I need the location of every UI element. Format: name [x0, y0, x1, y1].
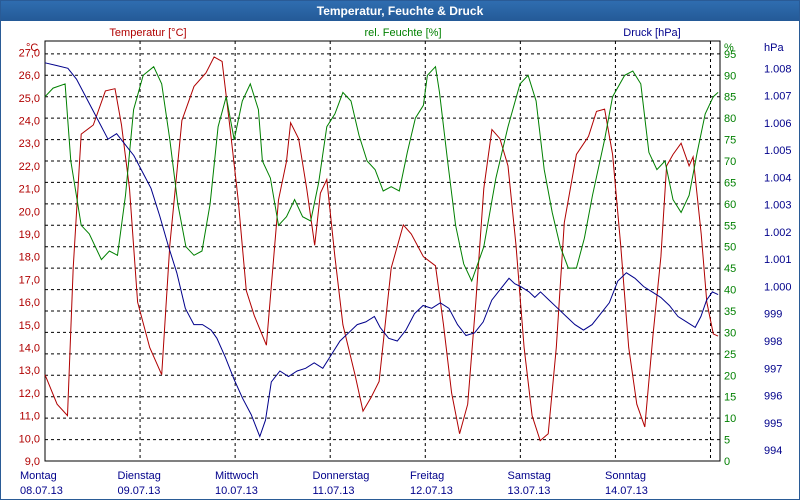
humidity-tick-label: 95	[724, 49, 736, 61]
pressure-axis-title: Druck [hPa]	[623, 27, 680, 39]
pressure-tick-label: 1.002	[764, 227, 792, 239]
humidity-tick-label: 20	[724, 370, 736, 382]
x-date-label: 09.07.13	[118, 485, 161, 497]
humidity-axis-title: rel. Feuchte [%]	[364, 27, 441, 39]
temperature-tick-label: 22,0	[19, 161, 40, 173]
humidity-tick-label: 50	[724, 242, 736, 254]
x-tick-labels: Montag 08.07.13 Dienstag 09.07.13 Mittwoch 10…	[20, 470, 648, 497]
temperature-tick-label: 15,0	[19, 320, 40, 332]
pressure-tick-label: 999	[764, 309, 782, 321]
temperature-tick-label: 19,0	[19, 229, 40, 241]
temperature-tick-label: 21,0	[19, 184, 40, 196]
x-date-label: 12.07.13	[410, 485, 453, 497]
humidity-tick-label: 65	[724, 177, 736, 189]
humidity-tick-label: 40	[724, 285, 736, 297]
pressure-tick-label: 1.006	[764, 118, 792, 130]
temperature-tick-label: 11,0	[19, 411, 40, 423]
pressure-tick-label: 1.001	[764, 254, 792, 266]
humidity-tick-label: 25	[724, 349, 736, 361]
humidity-tick-label: 85	[724, 92, 736, 104]
x-date-label: 13.07.13	[508, 485, 551, 497]
x-date-label: 11.07.13	[313, 485, 355, 497]
x-day-label: Samstag	[508, 470, 551, 482]
x-day-label: Dienstag	[118, 470, 161, 482]
temperature-tick-label: 13,0	[19, 365, 40, 377]
x-day-label: Montag	[20, 470, 57, 482]
temperature-tick-label: 17,0	[19, 274, 40, 286]
temperature-tick-label: 23,0	[19, 138, 40, 150]
humidity-tick-label: 55	[724, 220, 736, 232]
x-date-label: 14.07.13	[605, 485, 648, 497]
weather-chart: Temperatur [°C] rel. Feuchte [%] Druck […	[19, 27, 792, 497]
pressure-unit-label: hPa	[764, 42, 784, 54]
x-day-label: Freitag	[410, 470, 444, 482]
temperature-axis-title: Temperatur [°C]	[109, 27, 186, 39]
temperature-tick-label: 24,0	[19, 115, 40, 127]
temperature-tick-label: 14,0	[19, 342, 40, 354]
humidity-tick-label: 0	[724, 456, 730, 468]
humidity-tick-label: 80	[724, 113, 736, 125]
x-date-label: 08.07.13	[20, 485, 63, 497]
pressure-tick-label: 995	[764, 418, 782, 430]
humidity-tick-label: 45	[724, 263, 736, 275]
x-date-label: 10.07.13	[215, 485, 258, 497]
temperature-tick-label: 18,0	[19, 252, 40, 264]
x-day-label: Donnerstag	[313, 470, 370, 482]
pressure-tick-label: 997	[764, 363, 782, 375]
plot-area	[44, 40, 721, 462]
temperature-tick-label: 16,0	[19, 297, 40, 309]
pressure-tick-label: 994	[764, 445, 782, 457]
humidity-tick-label: 35	[724, 306, 736, 318]
humidity-tick-label: 75	[724, 135, 736, 147]
temperature-tick-label: 12,0	[19, 388, 40, 400]
humidity-tick-label: 90	[724, 70, 736, 82]
humidity-tick-label: 30	[724, 327, 736, 339]
x-day-label: Mittwoch	[215, 470, 258, 482]
pressure-tick-label: 1.005	[764, 145, 792, 157]
pressure-tick-label: 996	[764, 391, 782, 403]
pressure-tick-labels: 994 995 996 997 998 999 1.000 1.001 1.002 1.003 1.…	[764, 63, 792, 457]
humidity-tick-labels: 0 5 10 15 20 25 30 35 40 45 50 55 60 65 70 75 80 85 90 95	[724, 49, 736, 468]
temperature-tick-label: 26,0	[19, 70, 40, 82]
temperature-tick-label: 10,0	[19, 433, 40, 445]
temperature-tick-label: 20,0	[19, 206, 40, 218]
temperature-tick-labels: 9,0 10,0 11,0 12,0 13,0 14,0 15,0 16,0 17,0 18,0 1…	[19, 47, 40, 468]
pressure-tick-label: 1.007	[764, 91, 792, 103]
pressure-tick-label: 1.004	[764, 172, 792, 184]
temperature-tick-label: 25,0	[19, 93, 40, 105]
humidity-tick-label: 70	[724, 156, 736, 168]
temperature-tick-label: 27,0	[19, 47, 40, 59]
pressure-tick-label: 1.008	[764, 63, 792, 75]
x-day-label: Sonntag	[605, 470, 646, 482]
humidity-tick-label: 10	[724, 413, 736, 425]
humidity-tick-label: 5	[724, 435, 730, 447]
pressure-tick-label: 1.003	[764, 200, 792, 212]
humidity-tick-label: 60	[724, 199, 736, 211]
pressure-tick-label: 998	[764, 336, 782, 348]
pressure-tick-label: 1.000	[764, 281, 792, 293]
humidity-tick-label: 15	[724, 392, 736, 404]
temperature-tick-label: 9,0	[25, 456, 40, 468]
